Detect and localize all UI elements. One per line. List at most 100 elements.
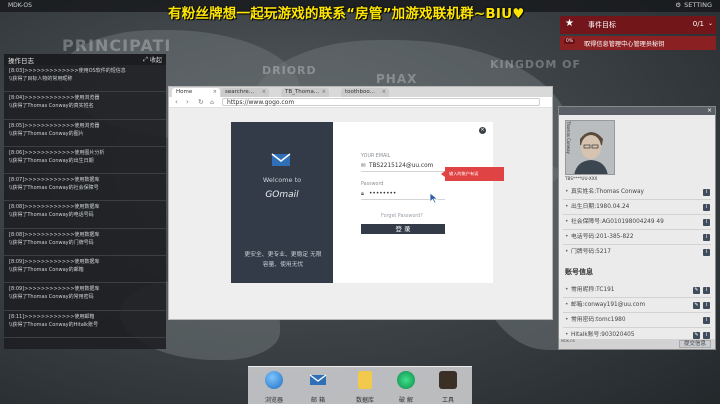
- submit-info-button[interactable]: 提交信息: [679, 340, 711, 348]
- collapse-label: 收起: [149, 57, 162, 64]
- footer-label: MDK-OS: [561, 339, 575, 343]
- dock-crack[interactable]: 破 解: [386, 371, 426, 404]
- close-tab-icon[interactable]: ×: [262, 89, 266, 95]
- os-label: MDK-OS: [8, 2, 32, 9]
- info-icon[interactable]: i: [703, 332, 710, 339]
- info-icon[interactable]: i: [703, 234, 710, 241]
- envelope-icon: ✉: [361, 163, 366, 169]
- log-line: \\获得了Thomas Conway的出生日期: [9, 157, 94, 164]
- log-line: [8:08]>>>>>>>>>>>>使用数据库: [9, 204, 100, 211]
- forward-icon[interactable]: ›: [186, 98, 189, 106]
- profile-field-ssn: 社会保障号:AG010198004249 49 i: [563, 217, 713, 228]
- close-tab-icon[interactable]: ×: [382, 89, 386, 95]
- log-entry: [8:06]>>>>>>>>>>>>使用图片分析 \\获得了Thomas Conw…: [4, 147, 166, 175]
- setting-button[interactable]: ⚙ SETTING: [675, 1, 712, 9]
- dock-mail[interactable]: 邮 箱: [298, 371, 338, 404]
- close-icon[interactable]: ×: [707, 107, 712, 114]
- tab-label: TB_Thoma...: [285, 89, 320, 95]
- log-line: [8:03]>>>>>>>>>>>>>使用OS软件的短信息: [9, 68, 126, 74]
- log-list: [8:03]>>>>>>>>>>>>>使用OS软件的短信息 \\获得了目标人物的常…: [4, 65, 166, 338]
- tab-search-results[interactable]: searchre... ×: [221, 88, 269, 97]
- app-dock: 浏览器 邮 箱 数据库 破 解 工具: [248, 366, 472, 404]
- close-icon[interactable]: ×: [479, 127, 486, 134]
- log-title: 操作日志: [8, 56, 34, 65]
- operation-log-panel: 操作日志 ⤢ 收起 [8:03]>>>>>>>>>>>>>使用OS软件的短信息 \…: [4, 54, 166, 349]
- dock-label: 数据库: [355, 397, 374, 404]
- field-value: 真实姓名:Thomas Conway: [571, 189, 644, 195]
- target-profile-panel: × Thomas Conway TBS****UU-XXX 真实姓名:Thoma…: [558, 106, 716, 350]
- dock-browser[interactable]: 浏览器: [254, 371, 294, 404]
- dock-label: 邮 箱: [311, 397, 325, 404]
- back-icon[interactable]: ‹: [175, 98, 178, 106]
- info-icon[interactable]: i: [703, 189, 710, 196]
- home-icon[interactable]: ⌂: [210, 99, 214, 106]
- account-field-password: 常用密码:tomc1980 i: [563, 315, 713, 326]
- log-line: \\获得了Thomas Conway的图片: [9, 130, 84, 137]
- log-line: [8:09]>>>>>>>>>>>>使用数据库: [9, 286, 100, 293]
- edit-icon[interactable]: ✎: [693, 287, 700, 294]
- brand-slogan: 更安全、更专业、更稳定 无限容量、使用无忧: [244, 252, 322, 268]
- forgot-password-link[interactable]: Forget Password?: [381, 214, 423, 219]
- browser-window: Home × searchre... × TB_Thoma... × toothboo…: [168, 86, 553, 320]
- divider: [563, 199, 711, 200]
- dock-label: 浏览器: [264, 397, 283, 404]
- close-tab-icon[interactable]: ×: [213, 89, 217, 95]
- log-entry: [8:11]>>>>>>>>>>>>使用邮箱 \\获得了Thomas Conway…: [4, 311, 166, 338]
- database-icon: [358, 371, 372, 389]
- field-value: 常用密码:tomc1980: [571, 317, 626, 323]
- banner-text: 有粉丝牌想一起玩游戏的联系“房管”加游戏联机群~BIU: [168, 6, 513, 22]
- log-line: \\获得了Thomas Conway的真实姓名: [9, 103, 94, 110]
- info-icon[interactable]: i: [703, 302, 710, 309]
- progress-badge: 0%: [564, 39, 576, 44]
- dock-tools[interactable]: 工具: [428, 371, 468, 404]
- info-icon[interactable]: i: [703, 287, 710, 294]
- account-field-email: 邮箱:conway191@uu.com ✎i: [563, 300, 713, 311]
- gear-icon: ⚙: [675, 1, 682, 9]
- chevron-down-icon[interactable]: ⌄: [708, 20, 713, 27]
- info-icon[interactable]: i: [703, 249, 710, 256]
- heart-icon: ♥: [512, 6, 525, 22]
- field-value: 电话号码:201-385-822: [571, 234, 634, 240]
- log-line: [8:09]>>>>>>>>>>>>使用数据库: [9, 259, 100, 266]
- log-line: \\获得了Thomas Conway的社会保障号: [9, 185, 99, 192]
- map-label: KINGDOM OF: [490, 58, 581, 71]
- mail-icon: [309, 374, 327, 385]
- collapse-icon: ⤢: [143, 55, 148, 63]
- close-tab-icon[interactable]: ×: [322, 89, 326, 95]
- field-value: 门牌号码:5217: [571, 249, 611, 255]
- info-icon[interactable]: i: [703, 317, 710, 324]
- log-line: \\获得了Thomas Conway的门牌号码: [9, 239, 94, 246]
- tab-home[interactable]: Home ×: [172, 88, 220, 97]
- objective-header[interactable]: ★ 事件目标 0/1 ⌄: [560, 16, 716, 34]
- log-line: \\获得了Thomas Conway的邮箱: [9, 267, 84, 274]
- objective-count: 0/1: [692, 20, 704, 28]
- field-value: Hitalk账号:903020405: [571, 332, 635, 338]
- log-entry: [8:04]>>>>>>>>>>>>使用浏览器 \\获得了Thomas Conwa…: [4, 92, 166, 120]
- dock-database[interactable]: 数据库: [345, 371, 385, 404]
- tab-profile[interactable]: TB_Thoma... ×: [281, 88, 329, 97]
- address-bar[interactable]: https://www.gogo.com: [222, 98, 540, 106]
- refresh-icon[interactable]: ↻: [198, 98, 204, 106]
- edit-icon[interactable]: ✎: [693, 332, 700, 339]
- profile-footer: MDK-OS 提交信息: [559, 339, 715, 349]
- info-icon[interactable]: i: [703, 204, 710, 211]
- log-line: \\获得了Thomas Conway的Hitalk账号: [9, 321, 99, 328]
- tab-toothbook[interactable]: toothboo... ×: [341, 88, 389, 97]
- divider: [563, 244, 711, 245]
- log-line: [8:08]>>>>>>>>>>>>使用数据库: [9, 231, 100, 238]
- info-icon[interactable]: i: [703, 219, 710, 226]
- login-form: × YOUR EMAIL ✉ TBS2215124@uu.com Passwor…: [333, 122, 493, 283]
- edit-icon[interactable]: ✎: [693, 302, 700, 309]
- login-button[interactable]: 登 录: [361, 224, 445, 234]
- profile-field-birthday: 出生日期:1980.04.24 i: [563, 202, 713, 213]
- divider: [563, 312, 711, 313]
- email-field[interactable]: ✉ TBS2215124@uu.com: [361, 162, 445, 172]
- map-label: DRIORD: [262, 64, 317, 77]
- collapse-button[interactable]: ⤢ 收起: [143, 55, 162, 65]
- log-line: [8:07]>>>>>>>>>>>>使用数据库: [9, 177, 100, 184]
- browser-icon: [265, 371, 283, 389]
- event-objective-panel: ★ 事件目标 0/1 ⌄ 0% 取得信息管理中心管理员秘钥: [560, 16, 716, 52]
- email-label: YOUR EMAIL: [361, 154, 391, 159]
- field-value: 出生日期:1980.04.24: [571, 204, 630, 210]
- page-content: Welcome to GOmail 更安全、更专业、更稳定 无限容量、使用无忧 …: [169, 108, 552, 319]
